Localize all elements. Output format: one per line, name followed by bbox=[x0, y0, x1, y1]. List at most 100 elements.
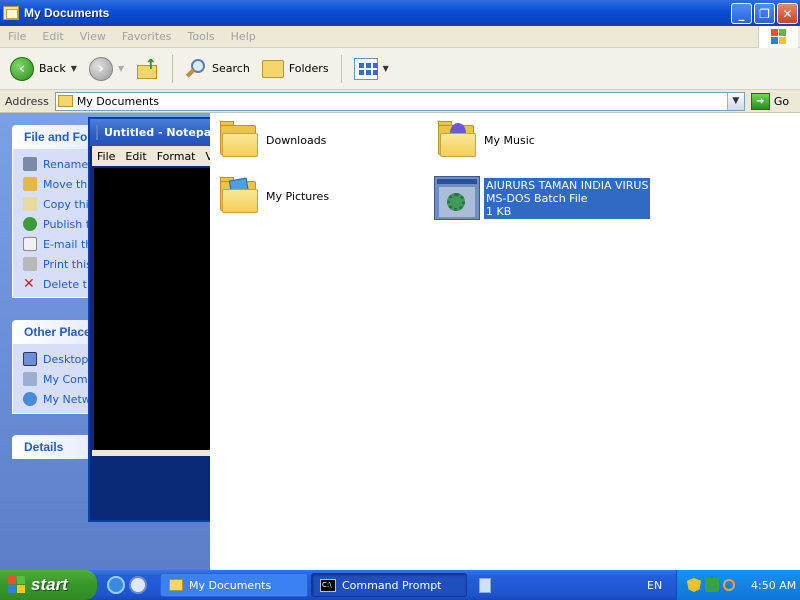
restore-button[interactable]: ❐ bbox=[754, 3, 775, 24]
folders-label: Folders bbox=[288, 62, 329, 75]
taskbar-my-documents[interactable]: My Documents bbox=[160, 573, 308, 597]
file-item-downloads[interactable]: Downloads bbox=[218, 121, 326, 159]
menu-tools[interactable]: Tools bbox=[180, 30, 223, 43]
go-arrow-icon: ➜ bbox=[750, 92, 770, 110]
file-tasks-title: File and Fol bbox=[24, 130, 91, 144]
folders-button[interactable]: Folders bbox=[258, 52, 333, 86]
up-button[interactable]: ↑ bbox=[132, 52, 164, 86]
toolbar-divider bbox=[340, 54, 342, 83]
notepad-text-area[interactable] bbox=[94, 168, 212, 450]
file-name: My Music bbox=[484, 133, 535, 147]
notepad-title: Untitled - Notepad bbox=[104, 126, 220, 139]
task-label: E-mail th bbox=[43, 237, 93, 251]
back-arrow-icon: ‹ bbox=[10, 56, 34, 81]
task-label: Move th bbox=[43, 177, 88, 191]
folders-icon bbox=[261, 59, 284, 78]
notepad-menu-edit[interactable]: Edit bbox=[120, 150, 151, 163]
menu-edit[interactable]: Edit bbox=[34, 30, 71, 43]
details-title: Details bbox=[24, 440, 64, 454]
file-name: My Pictures bbox=[266, 189, 330, 203]
address-dropdown-button[interactable]: ▼ bbox=[726, 92, 744, 110]
forward-button[interactable]: › ▼ bbox=[85, 52, 128, 86]
notepad-menu-format[interactable]: Format bbox=[152, 150, 201, 163]
file-item-my-pictures[interactable]: My Pictures bbox=[218, 177, 329, 215]
views-button[interactable]: ▼ bbox=[350, 52, 393, 86]
start-label: start bbox=[31, 575, 68, 594]
address-value: My Documents bbox=[76, 94, 160, 108]
back-dropdown-icon[interactable]: ▼ bbox=[71, 64, 77, 73]
forward-dropdown-icon[interactable]: ▼ bbox=[118, 64, 124, 73]
taskbar-notepad-icon[interactable] bbox=[479, 577, 491, 593]
task-label: Publish t bbox=[43, 217, 91, 231]
folder-icon bbox=[57, 95, 73, 107]
windows-flag-icon bbox=[771, 29, 787, 45]
music-folder-icon bbox=[436, 121, 478, 159]
network-tray-icon[interactable] bbox=[705, 578, 719, 592]
system-tray: 4:50 AM bbox=[676, 570, 800, 600]
language-indicator[interactable]: EN bbox=[647, 579, 667, 592]
window-controls: _ ❐ ✕ bbox=[731, 3, 798, 24]
task-label: Rename bbox=[43, 157, 89, 171]
file-item-batch[interactable]: AIURURS TAMAN INDIA VIRUS MS-DOS Batch F… bbox=[434, 176, 651, 220]
menu-favorites[interactable]: Favorites bbox=[114, 30, 180, 43]
file-list: Downloads My Music My Pictures AIURURS T… bbox=[210, 113, 800, 570]
search-button[interactable]: Search bbox=[181, 52, 254, 86]
menu-view[interactable]: View bbox=[72, 30, 114, 43]
delete-icon: ✕ bbox=[23, 276, 35, 292]
notepad-icon bbox=[96, 125, 98, 140]
notepad-frame-bottom bbox=[92, 450, 212, 456]
move-icon bbox=[23, 177, 37, 191]
batch-file-icon bbox=[434, 176, 480, 220]
toolbar-divider bbox=[172, 54, 174, 83]
computer-icon bbox=[23, 372, 37, 386]
notepad-title-bar[interactable]: Untitled - Notepad bbox=[90, 119, 219, 146]
address-input[interactable]: My Documents ▼ bbox=[54, 91, 745, 111]
close-button[interactable]: ✕ bbox=[777, 3, 798, 24]
file-item-my-music[interactable]: My Music bbox=[436, 121, 535, 159]
desktop-icon bbox=[23, 352, 37, 366]
file-name: AIURURS TAMAN INDIA VIRUS bbox=[486, 178, 649, 192]
desktop-shortcut-icon[interactable] bbox=[129, 576, 147, 594]
taskbar-command-prompt[interactable]: C:\ Command Prompt bbox=[311, 573, 467, 597]
pictures-folder-icon bbox=[218, 177, 260, 215]
address-label: Address bbox=[5, 94, 49, 108]
task-label: Delete th bbox=[43, 277, 94, 291]
search-tray-icon[interactable] bbox=[723, 579, 735, 591]
views-icon bbox=[353, 57, 378, 80]
printer-icon bbox=[23, 257, 37, 271]
place-label: My Netw bbox=[43, 392, 91, 406]
taskbar: start My Documents C:\ Command Prompt EN… bbox=[0, 570, 800, 600]
menu-help[interactable]: Help bbox=[223, 30, 264, 43]
address-bar: Address My Documents ▼ ➜ Go bbox=[0, 90, 800, 113]
file-name: Downloads bbox=[266, 133, 327, 147]
go-label: Go bbox=[773, 94, 790, 108]
place-label: My Comp bbox=[43, 372, 95, 386]
title-bar[interactable]: My Documents _ ❐ ✕ bbox=[0, 0, 800, 26]
internet-explorer-icon[interactable] bbox=[107, 576, 125, 594]
network-icon bbox=[23, 392, 37, 406]
window-title: My Documents bbox=[24, 6, 110, 20]
start-button[interactable]: start bbox=[0, 570, 97, 600]
windows-logo bbox=[758, 26, 798, 48]
go-button[interactable]: ➜ Go bbox=[750, 92, 790, 110]
back-button[interactable]: ‹ Back ▼ bbox=[6, 52, 81, 86]
menu-bar: File Edit View Favorites Tools Help bbox=[0, 26, 800, 48]
task-label: Print this bbox=[43, 257, 92, 271]
notepad-menu-file[interactable]: File bbox=[92, 150, 120, 163]
up-folder-icon: ↑ bbox=[136, 57, 160, 81]
forward-arrow-icon: › bbox=[88, 56, 113, 81]
quick-launch bbox=[107, 576, 147, 594]
back-label: Back bbox=[39, 62, 66, 75]
file-size: 1 KB bbox=[486, 204, 512, 218]
views-dropdown-icon[interactable]: ▼ bbox=[383, 64, 389, 73]
folder-icon bbox=[3, 6, 19, 20]
folder-icon bbox=[218, 121, 260, 159]
windows-flag-icon bbox=[8, 576, 26, 594]
folder-icon bbox=[169, 579, 183, 591]
email-icon bbox=[23, 237, 37, 251]
search-icon bbox=[185, 58, 207, 80]
menu-file[interactable]: File bbox=[0, 30, 34, 43]
notepad-window[interactable]: Untitled - Notepad File Edit Format Vi bbox=[88, 117, 219, 522]
minimize-button[interactable]: _ bbox=[731, 3, 752, 24]
security-shield-icon[interactable] bbox=[687, 578, 701, 592]
